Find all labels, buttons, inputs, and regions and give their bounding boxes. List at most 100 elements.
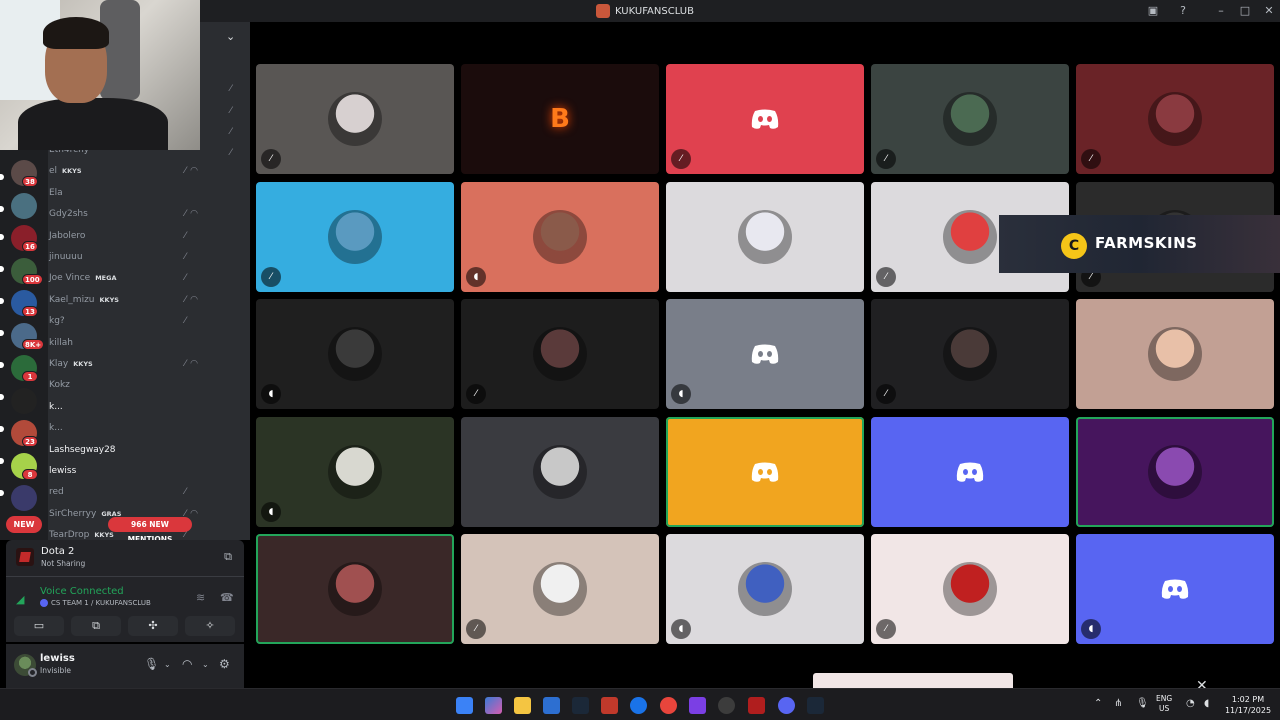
headset-options-chevron-icon[interactable]: ⌄ [202, 660, 209, 669]
participant-tile[interactable]: ⁄ [1076, 64, 1274, 174]
lang-bottom: US [1158, 704, 1170, 713]
close-window-icon[interactable]: ✕ [1262, 4, 1276, 18]
signal-icon[interactable]: ◢ [16, 593, 24, 606]
mic-icon[interactable]: 🎙 [144, 657, 159, 671]
participant-tile[interactable]: ⁄ [666, 64, 864, 174]
participant-tile[interactable] [871, 416, 1069, 527]
member-row[interactable]: Lashsegway28 [28, 440, 198, 460]
voice-meeter-icon[interactable] [601, 697, 618, 714]
screen-share-button[interactable]: ⧉ [71, 616, 121, 636]
member-row[interactable]: red ⁄ [28, 482, 198, 502]
noise-suppression-icon[interactable]: ≋ [196, 591, 205, 604]
participant-tile[interactable] [461, 416, 659, 527]
participant-tile[interactable] [1076, 299, 1274, 409]
mic-muted-icon: ⁄ [184, 166, 186, 177]
member-tag: KKYS [99, 295, 119, 304]
server-icon[interactable] [11, 387, 37, 414]
new-unreads-pill[interactable]: NEW [6, 516, 42, 533]
participant-tile[interactable]: ⁄ [461, 299, 659, 409]
unread-pill [0, 362, 4, 368]
system-clock[interactable]: 1:02 PM 11/17/2025 [1222, 694, 1274, 716]
settings-icon[interactable]: ⚙ [219, 657, 230, 671]
member-row[interactable]: Kael_mizu KKYS ⁄ ◠ [28, 290, 198, 310]
obs-icon[interactable] [689, 697, 706, 714]
member-row[interactable]: lewiss [28, 461, 198, 481]
participant-avatar: B [550, 104, 570, 134]
member-name: Lashsegway28 [49, 444, 116, 455]
chevron-down-icon[interactable]: ⌄ [226, 30, 235, 43]
steam-icon[interactable] [572, 697, 589, 714]
participant-tile[interactable] [666, 416, 864, 527]
participant-tile[interactable]: ⁄ [871, 299, 1069, 409]
participant-tile[interactable] [666, 181, 864, 292]
camera-button[interactable]: ▭ [14, 616, 64, 636]
disconnect-icon[interactable]: ☎ [220, 591, 234, 604]
participant-tile[interactable]: ⁄ [871, 64, 1069, 174]
copilot-icon[interactable] [485, 697, 502, 714]
mic-muted-icon: ⁄ [184, 230, 186, 241]
participant-tile[interactable]: B [461, 64, 659, 174]
member-row[interactable]: k... [28, 418, 198, 438]
voice-channel[interactable]: CS TEAM 1 / KUKUFANSCLUB [40, 599, 151, 607]
member-row[interactable]: kg? ⁄ [28, 311, 198, 331]
share-screen-icon[interactable]: ⧉ [224, 550, 232, 564]
member-row[interactable]: killah [28, 333, 198, 353]
mention-badge: 16 [22, 241, 38, 252]
language-indicator[interactable]: ENG US [1156, 694, 1172, 714]
headset-icon[interactable]: ◠ [182, 657, 192, 671]
participant-tile[interactable]: ◖ [256, 416, 454, 527]
member-row[interactable]: el KKYS ⁄ ◠ [28, 161, 198, 181]
tray-wifi-icon[interactable]: ◔ [1186, 698, 1195, 709]
member-row[interactable]: Gdy2shs ⁄ ◠ [28, 204, 198, 224]
member-row[interactable]: Jabolero ⁄ [28, 226, 198, 246]
inbox-icon[interactable]: ▣ [1146, 4, 1160, 18]
participant-tile[interactable]: ⁄ [871, 534, 1069, 644]
member-row[interactable]: Kokz [28, 375, 198, 395]
participant-tile[interactable]: ◖ [666, 299, 864, 409]
participant-tile[interactable] [1076, 416, 1274, 527]
participant-tile[interactable]: ◖ [461, 181, 659, 292]
windows-start-icon[interactable] [456, 697, 473, 714]
participant-tile[interactable] [256, 534, 454, 644]
new-mentions-badge[interactable]: 966 NEW MENTIONS [108, 517, 192, 544]
mention-badge: 38 [22, 176, 38, 187]
participant-tile[interactable]: ⁄ [256, 181, 454, 292]
mic-muted-icon: ⁄ [876, 384, 896, 404]
discord-taskbar-icon[interactable] [778, 697, 795, 714]
maximize-icon[interactable]: □ [1238, 4, 1252, 18]
member-row[interactable]: Joe Vince MEGA ⁄ [28, 268, 198, 288]
server-icon[interactable] [11, 192, 37, 219]
mic-options-chevron-icon[interactable]: ⌄ [164, 660, 171, 669]
edge-icon[interactable] [630, 697, 647, 714]
member-row[interactable]: Ela [28, 183, 198, 203]
activities-button[interactable]: ✣ [128, 616, 178, 636]
help-icon[interactable]: ? [1176, 4, 1190, 18]
unread-pill [0, 174, 4, 180]
headset-muted-icon: ◠ [190, 508, 198, 519]
store-icon[interactable] [543, 697, 560, 714]
member-row[interactable]: jinuuuu ⁄ [28, 247, 198, 267]
file-explorer-icon[interactable] [514, 697, 531, 714]
github-icon[interactable] [718, 697, 735, 714]
tray-network-icon[interactable]: ⋔ [1114, 698, 1122, 709]
server-icon[interactable] [11, 485, 37, 511]
participant-tile[interactable]: ◖ [666, 534, 864, 644]
tray-mic-icon[interactable]: 🎙 [1136, 698, 1149, 709]
user-panel: lewiss Invisible 🎙 ⌄ ◠ ⌄ ⚙ [6, 644, 244, 688]
steam-taskbar-icon[interactable] [807, 697, 824, 714]
soundboard-button[interactable]: ✧ [185, 616, 235, 636]
camera-off-icon: ◖ [261, 501, 281, 522]
member-row[interactable]: k... [28, 397, 198, 417]
unread-pill [0, 234, 4, 240]
participant-tile[interactable]: ⁄ [256, 64, 454, 174]
tray-volume-icon[interactable]: ◖ [1204, 698, 1209, 709]
dota-taskbar-icon[interactable] [748, 697, 765, 714]
participant-tile[interactable]: ◖ [256, 299, 454, 409]
tray-chevron-icon[interactable]: ⌃ [1094, 698, 1102, 709]
minimize-icon[interactable]: – [1214, 4, 1228, 18]
farmskins-ad-banner[interactable]: C FARMSKINS [999, 215, 1280, 273]
member-row[interactable]: Klay KKYS ⁄ ◠ [28, 354, 198, 374]
participant-tile[interactable]: ⁄ [461, 534, 659, 644]
participant-tile[interactable]: ◖ [1076, 534, 1274, 644]
chrome-icon[interactable] [660, 697, 677, 714]
